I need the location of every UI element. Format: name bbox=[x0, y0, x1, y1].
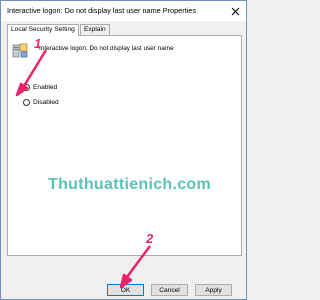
annotation-number-1: 1 bbox=[34, 36, 42, 51]
annotation-number-2: 2 bbox=[146, 231, 154, 246]
tab-label: Local Security Setting bbox=[11, 26, 75, 33]
annotation-arrow-1 bbox=[15, 49, 48, 97]
annotation-arrow-2 bbox=[119, 245, 152, 289]
tab-local-security-setting[interactable]: Local Security Setting bbox=[7, 24, 79, 36]
